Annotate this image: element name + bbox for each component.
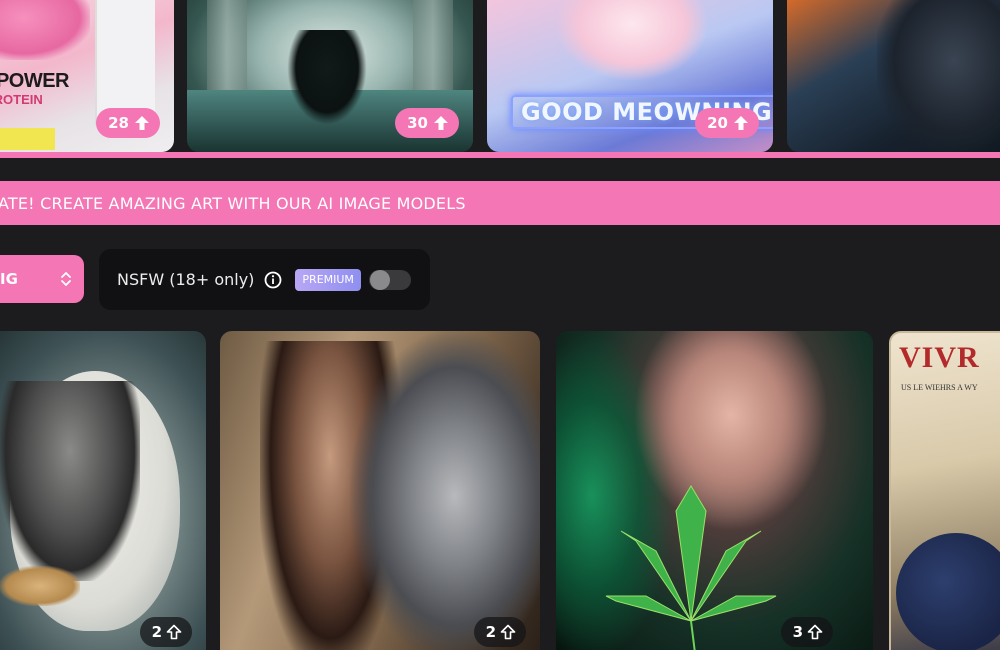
nsfw-filter: NSFW (18+ only) PREMIUM [99, 249, 430, 310]
sort-select[interactable]: IG [0, 255, 84, 303]
artwork-image [0, 381, 140, 581]
upvote-button[interactable]: 2 [139, 617, 192, 647]
arrow-up-outline-icon [166, 624, 182, 640]
upvote-button[interactable]: 28 [96, 108, 160, 138]
artwork-detail [0, 566, 80, 606]
artwork-image [350, 331, 540, 650]
pink-divider [0, 152, 1000, 158]
top-gallery-card[interactable]: RPOWER PROTEIN 28 [0, 0, 174, 152]
artwork-image [287, 30, 367, 125]
artwork-image [896, 533, 1000, 650]
upvote-button[interactable]: 3 [780, 617, 833, 647]
vote-count: 2 [151, 623, 162, 641]
top-gallery-card[interactable] [787, 0, 1000, 152]
upvote-button[interactable]: 30 [395, 108, 459, 138]
chevron-updown-icon [61, 272, 71, 286]
premium-badge: PREMIUM [295, 268, 361, 291]
top-gallery-card[interactable]: GOOD MEOWNING 20 [487, 0, 773, 152]
toggle-knob [369, 269, 390, 290]
app-root: RPOWER PROTEIN 28 30 GOOD MEOWNING 20 [0, 0, 1000, 650]
artwork-brand-sub: PROTEIN [0, 92, 43, 107]
artwork-image [877, 0, 1000, 152]
vote-count: 28 [108, 114, 129, 132]
gallery-card[interactable]: VIVR US LE WIEHRS A WY [889, 331, 1000, 650]
upvote-button[interactable]: 2 [473, 617, 526, 647]
nsfw-toggle[interactable] [368, 269, 411, 290]
upvote-button[interactable]: 20 [695, 108, 759, 138]
vote-count: 20 [707, 114, 728, 132]
artwork-image [557, 0, 707, 80]
poster-subtitle: US LE WIEHRS A WY [901, 383, 978, 392]
artwork-detail [0, 128, 55, 150]
top-gallery-card[interactable]: 30 [187, 0, 473, 152]
vote-count: 30 [407, 114, 428, 132]
top-gallery-strip: RPOWER PROTEIN 28 30 GOOD MEOWNING 20 [0, 0, 1000, 152]
poster-title: VIVR [899, 341, 980, 374]
arrow-up-outline-icon [807, 624, 823, 640]
arrow-up-icon [434, 116, 448, 130]
vote-count: 2 [485, 623, 496, 641]
sort-select-value: IG [0, 270, 18, 288]
gallery-card[interactable]: 2 [0, 331, 206, 650]
promo-banner[interactable]: ATE! CREATE AMAZING ART WITH OUR AI IMAG… [0, 181, 1000, 225]
nsfw-label: NSFW (18+ only) [117, 270, 255, 289]
arrow-up-outline-icon [500, 624, 516, 640]
arrow-up-icon [135, 116, 149, 130]
vote-count: 3 [792, 623, 803, 641]
artwork-brand-text: RPOWER [0, 70, 70, 92]
info-icon[interactable] [264, 271, 282, 289]
gallery-card[interactable]: 3 [556, 331, 873, 650]
artwork-image [0, 0, 90, 60]
leaf-artwork [605, 485, 777, 650]
artwork-detail [95, 0, 155, 125]
arrow-up-icon [734, 116, 748, 130]
promo-banner-text: ATE! CREATE AMAZING ART WITH OUR AI IMAG… [0, 193, 466, 213]
gallery-card[interactable]: 2 [220, 331, 540, 650]
